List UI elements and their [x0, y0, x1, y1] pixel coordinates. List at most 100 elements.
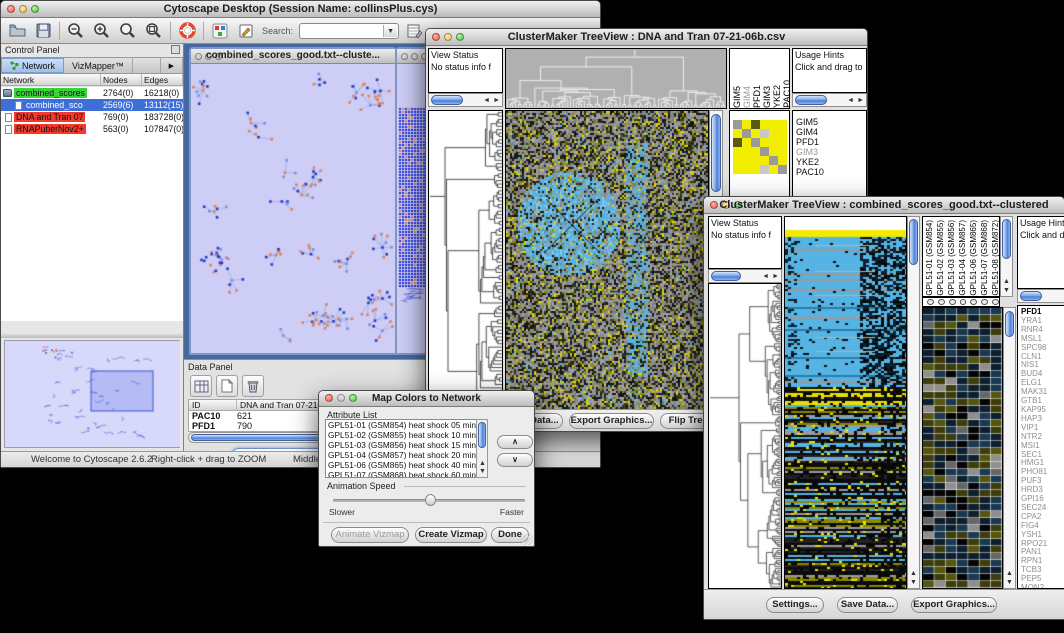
float-panel-icon[interactable]	[171, 45, 180, 54]
gene-column-label[interactable]: GIM3	[762, 86, 772, 108]
save-data-button[interactable]: Save Data...	[837, 597, 898, 613]
zoom-heatmap[interactable]	[733, 120, 787, 174]
vizmapper-icon[interactable]	[210, 21, 230, 41]
scrollbar-thumb[interactable]	[909, 219, 918, 265]
heatmap-matrix[interactable]	[505, 110, 709, 411]
panel-splitter[interactable]	[1, 334, 183, 338]
gene-column-label[interactable]: PFD1	[752, 85, 762, 108]
usage-hints-scrollbar[interactable]	[1017, 289, 1064, 303]
network-view-canvas[interactable]	[191, 64, 395, 353]
zoom-vscrollbar[interactable]: ▲ ▼	[1003, 307, 1016, 589]
scroll-left-icon[interactable]: ◄	[847, 97, 854, 104]
scrollbar-thumb[interactable]	[1002, 219, 1011, 259]
slider-thumb[interactable]	[425, 494, 436, 506]
col-edges[interactable]: Edges	[142, 74, 183, 85]
column-dendrogram[interactable]	[505, 48, 727, 109]
zoom-in-icon[interactable]	[92, 21, 112, 41]
tab-network[interactable]: Network	[1, 58, 64, 73]
gene-column-label[interactable]: GIM4	[742, 86, 752, 108]
delete-attribute-icon[interactable]	[242, 375, 264, 397]
array-column-label[interactable]: GPL51-08 (GSM872)	[991, 220, 999, 296]
attribute-item[interactable]: GPL51-02 (GSM855) heat shock 10 min	[326, 430, 487, 440]
scroll-up-icon[interactable]: ▲	[479, 460, 486, 467]
scroll-up-icon[interactable]: ▲	[1006, 570, 1013, 577]
attribute-item[interactable]: GPL51-01 (GSM854) heat shock 05 min	[326, 420, 487, 430]
move-down-button[interactable]: ∨	[497, 453, 533, 467]
annotation-icon[interactable]	[236, 21, 256, 41]
scroll-left-icon[interactable]: ◄	[483, 97, 490, 104]
network-table-row[interactable]: combined_scores2764(0)16218(0)	[1, 87, 183, 99]
col-network[interactable]: Network	[1, 74, 101, 85]
scroll-down-icon[interactable]: ▼	[479, 468, 486, 475]
scrollbar-thumb[interactable]	[431, 95, 463, 105]
usage-hints-scrollbar[interactable]: ◄ ►	[792, 93, 867, 107]
array-column-label[interactable]: GPL51-04 (GSM857)	[958, 220, 968, 296]
save-session-icon[interactable]	[33, 21, 53, 41]
zoom-selected-icon[interactable]	[118, 21, 138, 41]
row-dendrogram[interactable]	[428, 110, 503, 411]
array-column-label[interactable]: GPL51-01 (GSM854)	[925, 220, 935, 296]
birdseye-view[interactable]	[4, 340, 180, 448]
zoom-fit-icon[interactable]	[144, 21, 164, 41]
new-attribute-icon[interactable]	[216, 375, 238, 397]
dialog-titlebar[interactable]: Map Colors to Network	[319, 391, 534, 407]
attribute-browser-icon[interactable]	[405, 21, 425, 41]
network-frame-titlebar[interactable]: combined_scores_good.txt--cluste...	[191, 49, 395, 64]
gene-row-label[interactable]: PAC10	[796, 167, 866, 177]
gene-row-label[interactable]: GIM4	[796, 127, 866, 137]
scrollbar-thumb[interactable]	[711, 271, 741, 281]
help-lifering-icon[interactable]	[177, 21, 197, 41]
scroll-right-icon[interactable]: ►	[493, 97, 500, 104]
row-dendrogram[interactable]	[708, 283, 782, 589]
zoom-heatmap[interactable]	[922, 307, 1003, 589]
attribute-item[interactable]: GPL51-03 (GSM856) heat shock 15 min	[326, 440, 487, 450]
view-status-scrollbar[interactable]: ◄ ►	[428, 93, 503, 107]
array-column-label[interactable]: GPL51-07 (GSM868)	[980, 220, 990, 296]
scroll-right-icon[interactable]: ►	[772, 273, 779, 280]
export-graphics-button[interactable]: Export Graphics...	[911, 597, 997, 613]
scroll-right-icon[interactable]: ►	[857, 97, 864, 104]
col-nodes[interactable]: Nodes	[101, 74, 142, 85]
col-id[interactable]: ID	[189, 400, 237, 410]
scrollbar-thumb[interactable]	[711, 114, 721, 192]
export-graphics-button[interactable]: Export Graphics...	[569, 413, 654, 429]
select-attributes-icon[interactable]	[190, 375, 212, 397]
scrollbar-thumb[interactable]	[478, 422, 486, 448]
gene-column-label[interactable]: PAC10	[782, 80, 789, 108]
attribute-item[interactable]: GPL51-04 (GSM857) heat shock 20 min	[326, 450, 487, 460]
network-table-row[interactable]: RNAPuberNov2+563(0)107847(0)	[1, 123, 183, 135]
heatmap-matrix[interactable]	[784, 216, 907, 589]
scroll-left-icon[interactable]: ◄	[762, 273, 769, 280]
scrollbar-thumb[interactable]	[1020, 291, 1042, 301]
animation-speed-slider[interactable]	[333, 499, 525, 502]
gene-row-label[interactable]: PFD1	[796, 137, 866, 147]
network-table-row[interactable]: DNA and Tran 07769(0)183728(0)	[1, 111, 183, 123]
main-titlebar[interactable]: Cytoscape Desktop (Session Name: collins…	[1, 1, 600, 18]
close-icon[interactable]	[401, 53, 408, 60]
animate-vizmap-button[interactable]: Animate Vizmap	[331, 527, 409, 543]
view-status-scrollbar[interactable]: ◄ ►	[708, 269, 782, 283]
tab-overflow-arrow-icon[interactable]: ▶	[160, 58, 183, 73]
matrix-vscrollbar[interactable]: ▲ ▼	[907, 216, 920, 589]
scroll-down-icon[interactable]: ▼	[1006, 579, 1013, 586]
resize-grip[interactable]	[522, 534, 533, 545]
treeview2-titlebar[interactable]: ClusterMaker TreeView : combined_scores_…	[704, 197, 1064, 214]
scroll-up-icon[interactable]: ▲	[910, 570, 917, 577]
scroll-up-icon[interactable]: ▲	[1003, 278, 1010, 285]
open-file-icon[interactable]	[7, 21, 27, 41]
search-combobox[interactable]: ▼	[299, 23, 399, 39]
scrollbar-thumb[interactable]	[795, 95, 827, 105]
scroll-down-icon[interactable]: ▼	[1003, 287, 1010, 294]
gene-column-label[interactable]: YKE2	[772, 85, 782, 108]
network-table-row[interactable]: combined_sco2569(6)13112(15)	[1, 99, 183, 111]
minimize-icon[interactable]	[411, 53, 418, 60]
scroll-down-icon[interactable]: ▼	[910, 579, 917, 586]
gene-row-label[interactable]: YKE2	[796, 157, 866, 167]
search-dropdown-arrow-icon[interactable]: ▼	[383, 25, 397, 37]
attribute-list-scrollbar[interactable]: ▲ ▼	[476, 419, 488, 478]
gene-column-label[interactable]: GIM5	[732, 86, 742, 108]
gene-row-label[interactable]: GIM5	[796, 117, 866, 127]
scrollbar-thumb[interactable]	[1005, 311, 1014, 337]
zoom-out-icon[interactable]	[66, 21, 86, 41]
array-column-label[interactable]: GPL51-02 (GSM855)	[936, 220, 946, 296]
